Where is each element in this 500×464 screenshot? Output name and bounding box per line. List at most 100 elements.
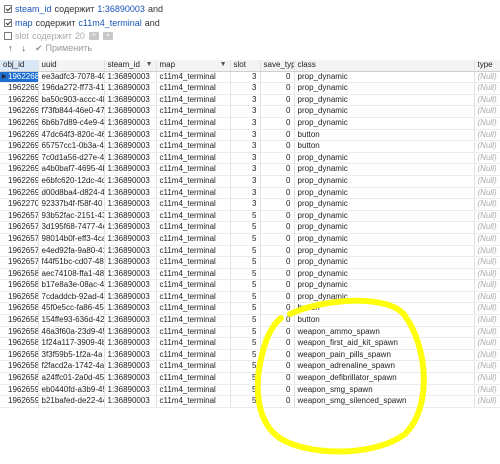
filter-conjunction[interactable]: and (148, 4, 163, 14)
cell-steam-id[interactable]: 1:36890003 (104, 175, 157, 188)
cell-save-type[interactable]: 0 (260, 360, 295, 374)
cell-steam-id[interactable]: 1:36890003 (104, 71, 157, 84)
cell-slot[interactable]: 5 (230, 233, 261, 246)
table-row[interactable]: 19622698e6bfc620-12dc-4c1:36890003c11m4_… (0, 175, 500, 188)
table-row[interactable]: 19622699d00d8ba4-d824-41:36890003c11m4_t… (0, 187, 500, 200)
table-row[interactable]: 19626589a24ffc01-2a0d-451:36890003c11m4_… (0, 372, 500, 385)
column-header[interactable]: class (294, 60, 475, 72)
table-row[interactable]: 19622689▶ee3adfc3-7078-401:36890003c11m4… (0, 71, 500, 84)
column-header[interactable]: type (474, 60, 500, 72)
cell-class[interactable]: prop_dynamic (294, 175, 475, 188)
cell-map[interactable]: c11m4_terminal (156, 210, 231, 223)
cell-map[interactable]: c11m4_terminal (156, 152, 231, 165)
cell-uuid[interactable]: 154ffe93-636d-42 (38, 314, 105, 327)
cell-class[interactable]: button (294, 302, 475, 316)
table-row[interactable]: 19626578e4ed92fa-9a80-411:36890003c11m4_… (0, 245, 500, 258)
cell-save-type[interactable]: 0 (260, 314, 295, 327)
cell-obj-id[interactable]: 19622693 (0, 117, 39, 130)
cell-steam-id[interactable]: 1:36890003 (104, 291, 157, 304)
cell-obj-id[interactable]: 19626586 (0, 337, 39, 350)
cell-slot[interactable]: 5 (230, 314, 261, 327)
funnel-icon[interactable]: ▼ (146, 60, 153, 70)
filter-operator[interactable]: содержит (36, 18, 76, 28)
filter-value[interactable]: c11m4_terminal (78, 18, 141, 28)
cell-slot[interactable]: 3 (230, 82, 261, 95)
cell-class[interactable]: prop_dynamic (294, 245, 475, 258)
cell-type[interactable]: (Null) (474, 129, 500, 142)
cell-uuid[interactable]: 1f24a117-3909-4b (38, 337, 105, 350)
cell-save-type[interactable]: 0 (260, 233, 295, 246)
table-row[interactable]: 196226967c0d1a56-d27e-4f1:36890003c11m4_… (0, 152, 500, 165)
cell-slot[interactable]: 5 (230, 395, 261, 408)
table-row[interactable]: 196265763d195f68-7477-4c1:36890003c11m4_… (0, 221, 500, 234)
filter-operator[interactable]: содержит (32, 31, 72, 41)
cell-type[interactable]: (Null) (474, 152, 500, 165)
cell-map[interactable]: c11m4_terminal (156, 187, 231, 200)
cell-slot[interactable]: 5 (230, 349, 261, 362)
cell-save-type[interactable]: 0 (260, 291, 295, 304)
cell-map[interactable]: c11m4_terminal (156, 279, 231, 292)
cell-class[interactable]: weapon_ammo_spawn (294, 326, 475, 339)
cell-type[interactable]: (Null) (474, 326, 500, 339)
data-grid[interactable]: obj_id uuid steam_id ▼ map ▼ slot save_typ… (0, 60, 500, 464)
table-row[interactable]: 196265827cdaddcb-92ad-411:36890003c11m4_… (0, 291, 500, 304)
cell-map[interactable]: c11m4_terminal (156, 372, 231, 385)
cell-save-type[interactable]: 0 (260, 117, 295, 130)
cell-map[interactable]: c11m4_terminal (156, 175, 231, 188)
cell-steam-id[interactable]: 1:36890003 (104, 105, 157, 118)
cell-steam-id[interactable]: 1:36890003 (104, 163, 157, 176)
add-filter-icon[interactable]: + (88, 32, 99, 40)
cell-map[interactable]: c11m4_terminal (156, 140, 231, 153)
cell-steam-id[interactable]: 1:36890003 (104, 152, 157, 165)
cell-type[interactable]: (Null) (474, 337, 500, 350)
cell-save-type[interactable]: 0 (260, 187, 295, 200)
cell-save-type[interactable]: 0 (260, 395, 295, 408)
cell-save-type[interactable]: 0 (260, 210, 295, 223)
cell-obj-id[interactable]: 19622695 (0, 140, 39, 153)
cell-obj-id[interactable]: 19626575 (0, 210, 39, 223)
column-header[interactable]: obj_id (0, 60, 39, 72)
cell-class[interactable]: prop_dynamic (294, 117, 475, 130)
cell-uuid[interactable]: e4ed92fa-9a80-41 (38, 245, 105, 258)
cell-class[interactable]: prop_dynamic (294, 256, 475, 269)
cell-save-type[interactable]: 0 (260, 268, 295, 281)
cell-save-type[interactable]: 0 (260, 129, 295, 142)
cell-save-type[interactable]: 0 (260, 198, 295, 211)
filter-row-slot[interactable]: slot содержит 20 + ▪ (4, 30, 113, 42)
cell-type[interactable]: (Null) (474, 395, 500, 408)
cell-uuid[interactable]: 6b6b7d89-c4e9-4f (38, 117, 105, 130)
filter-field[interactable]: slot (15, 31, 29, 41)
cell-type[interactable]: (Null) (474, 94, 500, 107)
cell-type[interactable]: (Null) (474, 175, 500, 188)
cell-obj-id[interactable]: 19626584 (0, 314, 39, 327)
cell-uuid[interactable]: 98014b0f-eff3-4ca (38, 233, 105, 246)
cell-steam-id[interactable]: 1:36890003 (104, 279, 157, 292)
cell-map[interactable]: c11m4_terminal (156, 129, 231, 142)
cell-obj-id[interactable]: 19626578 (0, 245, 39, 258)
cell-obj-id[interactable]: 19622689▶ (0, 71, 39, 84)
table-row[interactable]: 1962658546a3f60a-23d9-451:36890003c11m4_… (0, 326, 500, 339)
table-row[interactable]: 19626581b17e8a3e-08ac-451:36890003c11m4_… (0, 279, 500, 292)
cell-obj-id[interactable]: 19622699 (0, 187, 39, 200)
cell-slot[interactable]: 3 (230, 175, 261, 188)
cell-obj-id[interactable]: 19626580 (0, 268, 39, 281)
cell-save-type[interactable]: 0 (260, 349, 295, 362)
cell-map[interactable]: c11m4_terminal (156, 163, 231, 176)
cell-uuid[interactable]: 196da272-ff73-41f (38, 82, 105, 95)
table-row[interactable]: 19626580aec74108-ffa1-4811:36890003c11m4… (0, 268, 500, 281)
cell-uuid[interactable]: 47dc64f3-820c-46 (38, 129, 105, 142)
cell-obj-id[interactable]: 19622694 (0, 129, 39, 142)
cell-steam-id[interactable]: 1:36890003 (104, 360, 157, 374)
cell-type[interactable]: (Null) (474, 279, 500, 292)
cell-class[interactable]: weapon_adrenaline_spawn (294, 360, 475, 374)
cell-map[interactable]: c11m4_terminal (156, 314, 231, 327)
table-row[interactable]: 196265861f24a117-3909-4b1:36890003c11m4_… (0, 337, 500, 350)
cell-class[interactable]: button (294, 129, 475, 142)
cell-type[interactable]: (Null) (474, 117, 500, 130)
cell-obj-id[interactable]: 19622698 (0, 175, 39, 188)
cell-class[interactable]: prop_dynamic (294, 152, 475, 165)
cell-uuid[interactable]: b21bafed-de22-44 (38, 395, 105, 408)
cell-uuid[interactable]: aec74108-ffa1-481 (38, 268, 105, 281)
cell-map[interactable]: c11m4_terminal (156, 94, 231, 107)
cell-steam-id[interactable]: 1:36890003 (104, 187, 157, 200)
